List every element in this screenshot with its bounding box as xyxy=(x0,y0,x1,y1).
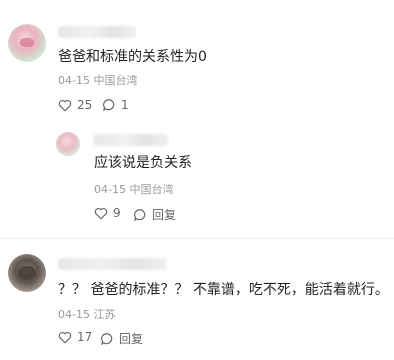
reply-label: 回复 xyxy=(152,208,177,222)
reply-button[interactable]: 1 xyxy=(102,98,129,112)
comment-date: 04-15 xyxy=(58,308,90,321)
like-button[interactable]: 9 xyxy=(94,206,121,220)
speech-bubble-icon xyxy=(103,99,115,111)
username[interactable] xyxy=(58,26,136,38)
avatar[interactable] xyxy=(56,132,80,156)
speech-bubble-icon xyxy=(134,208,146,221)
like-count: 17 xyxy=(77,330,93,344)
comment-location: 中国台湾 xyxy=(93,74,138,87)
heart-outline-icon xyxy=(94,207,108,219)
comment-meta: 04-15 中国台湾 xyxy=(58,72,137,88)
heart-outline-icon xyxy=(58,99,72,111)
username[interactable] xyxy=(94,134,168,146)
like-count: 25 xyxy=(77,98,93,112)
comment-date: 04-15 xyxy=(94,183,126,196)
reply-button[interactable]: 回复 xyxy=(100,330,143,347)
comment-text: 应该说是负关系 xyxy=(94,155,192,171)
comment-location: 江苏 xyxy=(93,308,116,321)
speech-bubble-icon xyxy=(101,332,113,345)
comment-date: 04-15 xyxy=(58,74,90,87)
comment-text: ？？ 爸爸的标准？？ 不靠谱，吃不死，能活着就行。 xyxy=(58,282,389,298)
heart-outline-icon xyxy=(58,331,72,343)
like-button[interactable]: 25 xyxy=(58,98,92,112)
like-button[interactable]: 17 xyxy=(58,330,92,344)
comment-meta: 04-15 江苏 xyxy=(58,306,115,322)
avatar[interactable] xyxy=(8,24,46,62)
reply-label: 回复 xyxy=(119,332,144,346)
divider xyxy=(0,238,394,239)
comment-text: 爸爸和标准的关系性为0 xyxy=(58,49,207,65)
reply-count: 1 xyxy=(121,98,129,112)
reply-button[interactable]: 回复 xyxy=(133,206,176,223)
comment-location: 中国台湾 xyxy=(129,183,174,196)
comment-meta: 04-15 中国台湾 xyxy=(94,181,173,197)
username[interactable] xyxy=(58,258,166,270)
like-count: 9 xyxy=(113,206,121,220)
avatar[interactable] xyxy=(8,254,46,292)
